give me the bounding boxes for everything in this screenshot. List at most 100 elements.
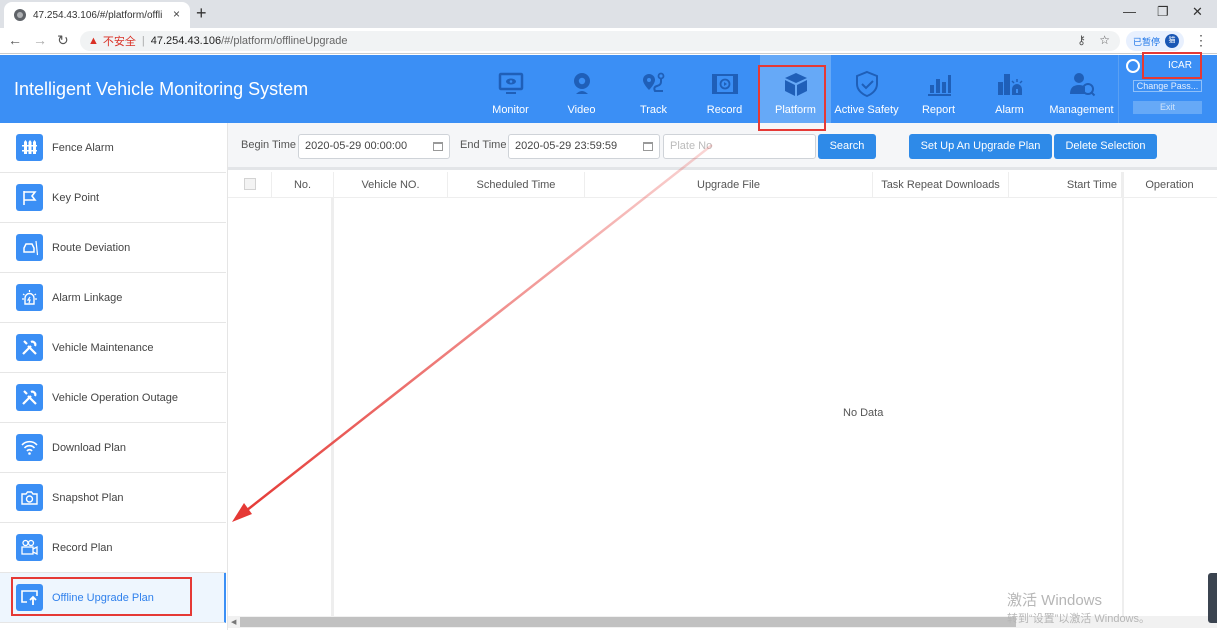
window-close-icon[interactable]: ✕ [1192,4,1203,20]
sidebar-item-alarm-linkage[interactable]: Alarm Linkage [0,273,226,323]
globe-icon [14,9,26,21]
track-icon [642,72,664,92]
back-icon[interactable]: ← [8,32,22,48]
nav-active-safety[interactable]: Active Safety [831,55,902,123]
new-tab-button[interactable]: + [196,3,207,24]
video-camera-icon [16,534,43,561]
empty-state: No Data [843,407,884,419]
nav-alarm[interactable]: Alarm [974,55,1045,123]
scrollbar-thumb[interactable] [240,617,1016,627]
browser-tab-bar: 47.254.43.106/#/platform/offli × + — ❐ ✕ [0,0,1217,28]
nav-label: Video [567,104,596,116]
windows-activation-text: 转到“设置”以激活 Windows。 [1007,613,1151,625]
sidebar-item-record-plan[interactable]: Record Plan [0,523,226,573]
security-label: 不安全 [102,36,136,48]
camera-icon [16,484,43,511]
tools-icon [16,334,43,361]
delete-selection-button[interactable]: Delete Selection [1054,134,1157,159]
nav-label: Management [1049,104,1114,116]
user-gear-icon [1069,73,1095,97]
warning-icon: ▲ [88,35,99,47]
user-name[interactable]: ICAR [1145,60,1215,71]
nav-management[interactable]: Management [1046,55,1117,123]
sidebar: Fence Alarm Key Point Route Deviation Al… [0,123,228,630]
flag-icon [16,184,43,211]
end-time-input[interactable]: 2020-05-29 23:59:59 [508,134,660,159]
desktop-gadget [1208,573,1217,623]
star-icon[interactable]: ☆ [1099,33,1110,47]
restore-icon[interactable]: ❐ [1157,4,1169,20]
monitor-icon [498,72,523,94]
url-host: 47.254.43.106 [150,35,222,47]
begin-time-value: 2020-05-29 00:00:00 [305,140,408,152]
column-header[interactable]: Start Time [1009,172,1122,198]
column-header[interactable]: Scheduled Time [448,172,585,198]
change-password-button[interactable]: Change Pass... [1133,80,1202,92]
wifi-icon [16,434,43,461]
plate-no-input[interactable]: Plate No [663,134,816,159]
profile-status: 已暂停 [1133,36,1161,47]
sidebar-item-route-deviation[interactable]: Route Deviation [0,223,226,273]
nav-platform[interactable]: Platform [760,55,831,123]
column-header[interactable]: Task Repeat Downloads [873,172,1009,198]
browser-tab[interactable]: 47.254.43.106/#/platform/offli × [4,2,190,28]
end-time-label: End Time [460,139,507,151]
car-road-icon [16,234,43,261]
film-icon [711,74,738,94]
sidebar-item-key-point[interactable]: Key Point [0,173,226,223]
shield-icon [855,70,878,98]
app-header: Intelligent Vehicle Monitoring System Mo… [0,55,1217,123]
sidebar-item-vehicle-operation-outage[interactable]: Vehicle Operation Outage [0,373,226,423]
end-time-value: 2020-05-29 23:59:59 [515,140,618,152]
search-button[interactable]: Search [818,134,876,159]
column-header[interactable]: Vehicle NO. [334,172,448,198]
url-field[interactable]: ▲ 不安全 | 47.254.43.106 /#/platform/offlin… [80,31,1120,51]
scroll-left-icon[interactable]: ◀ [231,618,236,626]
column-header[interactable]: No. [272,172,334,198]
close-tab-icon[interactable]: × [173,7,180,21]
sidebar-item-snapshot-plan[interactable]: Snapshot Plan [0,473,226,523]
nav-report[interactable]: Report [903,55,974,123]
exit-button[interactable]: Exit [1133,101,1202,114]
fixed-left-columns [228,198,334,616]
sidebar-item-fence-alarm[interactable]: Fence Alarm [0,123,226,173]
nav-video[interactable]: Video [546,55,617,123]
nav-label: Platform [775,104,816,116]
sidebar-label: Snapshot Plan [52,491,124,504]
sidebar-item-vehicle-maintenance[interactable]: Vehicle Maintenance [0,323,226,373]
sidebar-item-download-plan[interactable]: Download Plan [0,423,226,473]
nav-label: Monitor [492,104,529,116]
sidebar-label: Record Plan [52,541,113,554]
set-up-upgrade-plan-button[interactable]: Set Up An Upgrade Plan [909,134,1052,159]
begin-time-label: Begin Time [241,139,297,151]
sidebar-label: Fence Alarm [52,141,114,154]
reload-icon[interactable]: ↻ [57,32,69,49]
nav-monitor[interactable]: Monitor [475,55,546,123]
forward-icon[interactable]: → [33,32,47,48]
column-header[interactable]: Upgrade File [585,172,873,198]
nav-track[interactable]: Track [618,55,689,123]
siren-icon [16,284,43,311]
bar-chart-icon [927,75,951,96]
sidebar-label: Route Deviation [52,241,131,254]
profile-button[interactable]: 已暂停 猫 [1126,31,1184,51]
upload-screen-icon [16,584,43,611]
begin-time-input[interactable]: 2020-05-29 00:00:00 [298,134,450,159]
nav-label: Record [706,104,743,116]
sidebar-label: Alarm Linkage [52,291,123,304]
sidebar-item-offline-upgrade-plan[interactable]: Offline Upgrade Plan [0,573,226,623]
nav-label: Track [639,104,668,116]
key-icon[interactable]: ⚷ [1077,33,1086,47]
browser-menu-icon[interactable]: ⋮ [1194,32,1208,49]
sidebar-label: Vehicle Maintenance [52,341,154,354]
webcam-icon [573,73,590,94]
fence-icon [16,134,43,161]
avatar: 猫 [1165,34,1180,48]
tab-title: 47.254.43.106/#/platform/offli [33,9,163,21]
app-title: Intelligent Vehicle Monitoring System [14,79,309,99]
alarm-building-icon [997,74,1023,95]
sidebar-label: Key Point [52,191,100,204]
select-all-checkbox[interactable] [244,178,256,190]
minimize-icon[interactable]: — [1123,4,1136,19]
nav-record[interactable]: Record [689,55,760,123]
